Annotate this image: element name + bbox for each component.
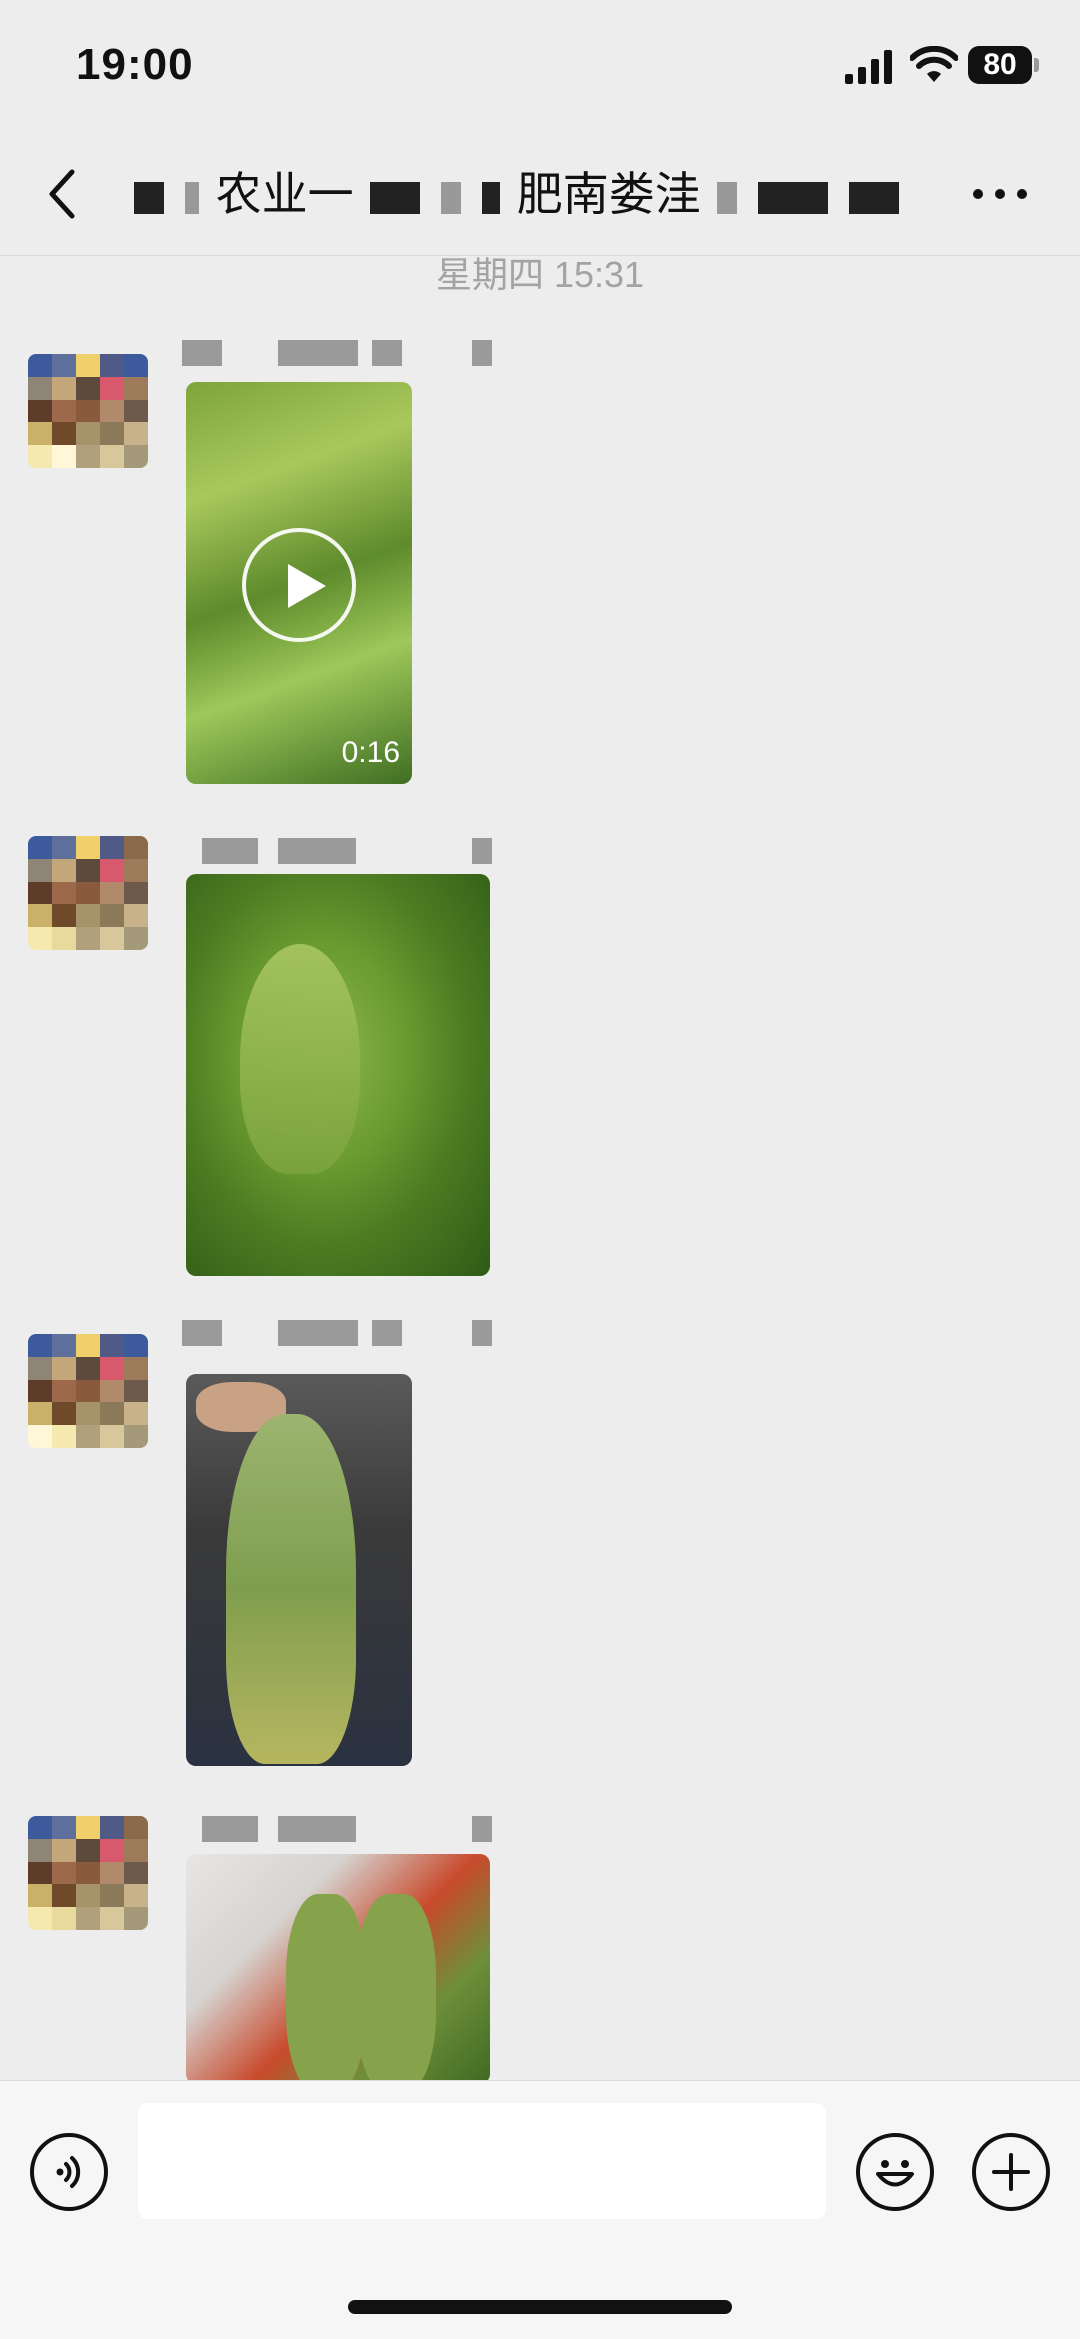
battery-level: 80 bbox=[968, 46, 1032, 84]
redacted-block bbox=[441, 181, 462, 214]
status-bar: 19:00 80 bbox=[0, 0, 1080, 132]
image-content bbox=[356, 1894, 436, 2084]
battery-tip bbox=[1034, 58, 1039, 72]
date-separator: 星期四 15:31 bbox=[435, 254, 645, 295]
video-message[interactable]: 0:16 bbox=[186, 382, 412, 784]
status-time: 19:00 bbox=[76, 40, 194, 89]
redacted-block bbox=[849, 181, 900, 214]
video-duration: 0:16 bbox=[341, 736, 400, 769]
sender-name-redacted bbox=[182, 336, 492, 368]
redacted-block bbox=[184, 181, 199, 214]
chat-title: 农业一 肥南娄洼 bbox=[130, 162, 920, 226]
redacted-block bbox=[481, 181, 500, 214]
redacted-block bbox=[717, 181, 738, 214]
voice-icon[interactable] bbox=[30, 2133, 108, 2211]
plus-icon[interactable] bbox=[972, 2133, 1050, 2211]
sender-name-redacted bbox=[182, 1316, 492, 1348]
avatar[interactable] bbox=[28, 1334, 148, 1448]
emoji-icon[interactable] bbox=[856, 2133, 934, 2211]
chat-title-part-2: 肥南娄洼 bbox=[516, 168, 701, 220]
message-input[interactable] bbox=[138, 2103, 826, 2219]
image-message[interactable] bbox=[186, 874, 490, 1276]
chat-title-part-1: 农业一 bbox=[215, 168, 354, 220]
redacted-block bbox=[370, 181, 421, 214]
home-indicator[interactable] bbox=[348, 2300, 732, 2314]
image-content bbox=[286, 1894, 366, 2084]
image-message[interactable] bbox=[186, 1854, 490, 2084]
image-message[interactable] bbox=[186, 1374, 412, 1766]
battery-indicator: 80 bbox=[968, 46, 1040, 84]
sender-name-redacted bbox=[182, 834, 492, 866]
avatar[interactable] bbox=[28, 354, 148, 468]
chevron-left-icon[interactable] bbox=[38, 162, 88, 226]
redacted-block bbox=[758, 181, 829, 214]
sender-name-redacted bbox=[182, 1812, 492, 1844]
avatar[interactable] bbox=[28, 1816, 148, 1930]
avatar[interactable] bbox=[28, 836, 148, 950]
chat-header: 农业一 肥南娄洼 bbox=[0, 132, 1080, 256]
redacted-block bbox=[134, 181, 164, 214]
wifi-icon bbox=[910, 46, 958, 82]
cellular-signal-icon bbox=[845, 50, 892, 84]
image-content bbox=[226, 1414, 356, 1764]
play-icon[interactable] bbox=[242, 528, 356, 642]
more-dots-icon[interactable] bbox=[970, 172, 1030, 216]
image-content bbox=[240, 944, 360, 1174]
